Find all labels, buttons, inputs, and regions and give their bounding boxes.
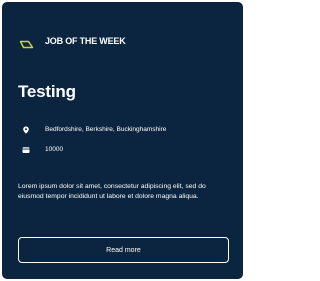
job-of-the-week-header: JOB OF THE WEEK [19,36,126,49]
location-pin-icon [22,126,30,134]
tag-icon [19,36,34,49]
job-title: Testing [18,82,76,101]
job-salary: 10000 [22,146,63,154]
job-card: JOB OF THE WEEK Testing Bedfordshire, Be… [2,2,243,279]
location-text: Bedfordshire, Berkshire, Buckinghamshire [45,126,167,133]
job-description: Lorem ipsum dolor sit amet, consectetur … [18,183,206,200]
salary-text: 10000 [45,146,64,153]
read-more-button[interactable]: Read more [18,237,229,263]
wallet-icon [22,146,30,154]
kicker-label: JOB OF THE WEEK [45,36,126,46]
job-location: Bedfordshire, Berkshire, Buckinghamshire [22,126,166,134]
